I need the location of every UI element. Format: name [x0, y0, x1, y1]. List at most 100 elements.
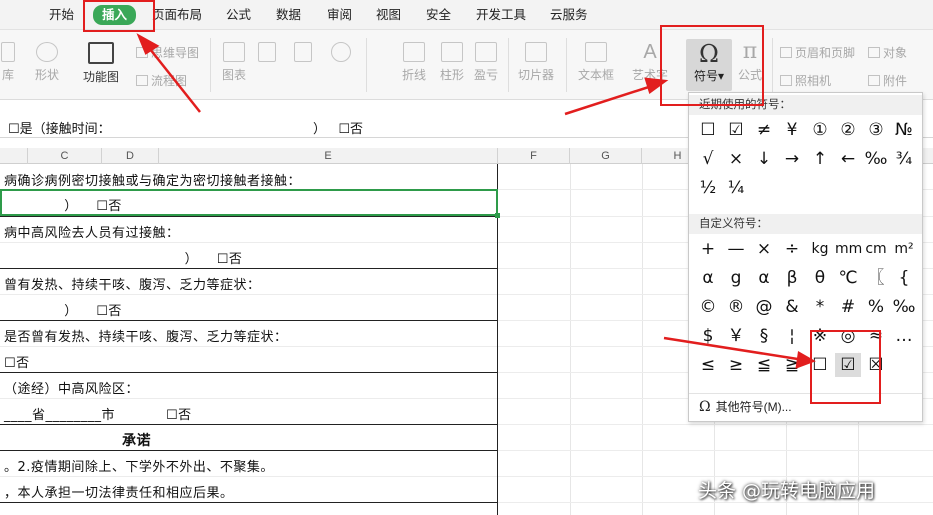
sparkline-winloss-button[interactable]: 盈亏	[470, 42, 502, 83]
mindmap-button[interactable]: 思维导图	[136, 44, 199, 61]
symbol-cell[interactable]: ¥	[779, 118, 805, 142]
symbol-cell[interactable]: ↓	[751, 147, 777, 171]
line-chart-type-button[interactable]	[290, 42, 316, 80]
cell-text[interactable]: 。2.疫情期间除上、下学外不外出、不聚集。	[4, 456, 274, 475]
camera-button[interactable]: 照相机	[780, 72, 831, 89]
menu-security[interactable]: 安全	[426, 6, 451, 24]
cell-text[interactable]: ____省________市 ☐否	[4, 404, 192, 423]
symbol-cell[interactable]: @	[751, 295, 777, 319]
symbol-cell[interactable]: kg	[807, 237, 833, 261]
pledge-heading[interactable]: 承诺	[122, 430, 151, 450]
symbol-cell[interactable]: ≥	[723, 353, 749, 377]
cell-text[interactable]: 曾有发热、持续干咳、腹泻、乏力等症状：	[4, 274, 261, 293]
function-chart-button[interactable]: 功能图	[78, 42, 124, 85]
menu-review[interactable]: 审阅	[327, 6, 352, 24]
symbol-cell[interactable]: →	[779, 147, 805, 171]
chart-button[interactable]: 图表	[218, 42, 250, 83]
pie-chart-icon	[331, 42, 351, 62]
menu-page-layout[interactable]: 页面布局	[152, 6, 202, 24]
column-header-e[interactable]: E	[159, 148, 498, 164]
column-header-f[interactable]: F	[498, 148, 570, 164]
cell-text[interactable]: ） ☐否	[4, 300, 122, 319]
selected-cell[interactable]	[0, 189, 500, 218]
symbol-cell[interactable]: cm	[863, 237, 889, 261]
symbol-cell[interactable]: %	[863, 295, 889, 319]
slicer-button[interactable]: 切片器	[514, 42, 558, 83]
symbol-cell[interactable]: θ	[807, 266, 833, 290]
cell-text[interactable]: （途经）中高风险区：	[4, 378, 139, 397]
symbol-cell[interactable]: ¦	[779, 324, 805, 348]
symbol-cell[interactable]: ‰	[891, 295, 917, 319]
symbol-cell[interactable]: №	[891, 118, 917, 142]
menu-developer[interactable]: 开发工具	[476, 6, 526, 24]
symbol-cell[interactable]: g	[723, 266, 749, 290]
symbol-cell[interactable]: —	[723, 237, 749, 261]
attachment-button[interactable]: 附件	[868, 72, 907, 89]
symbol-cell[interactable]: ‰	[863, 147, 889, 171]
symbol-cell[interactable]: &	[779, 295, 805, 319]
cell-text[interactable]: ） ☐否	[4, 248, 242, 267]
symbol-cell[interactable]: ③	[863, 118, 889, 142]
gallery-button[interactable]: 库	[0, 42, 18, 83]
cell-text[interactable]: ，本人承担一切法律责任和相应后果。	[4, 482, 234, 501]
symbol-cell[interactable]: …	[891, 324, 917, 348]
symbol-cell[interactable]: ×	[723, 147, 749, 171]
more-symbols-button[interactable]: Ω 其他符号(M)...	[689, 393, 922, 419]
menu-start[interactable]: 开始	[49, 6, 74, 24]
menu-formula[interactable]: 公式	[226, 6, 251, 24]
symbol-cell[interactable]: ≦	[751, 353, 777, 377]
symbol-cell[interactable]: ©	[695, 295, 721, 319]
symbol-cell[interactable]: ☑	[723, 118, 749, 142]
symbol-cell[interactable]: α	[695, 266, 721, 290]
symbol-cell[interactable]: {	[891, 266, 917, 290]
pie-chart-button[interactable]	[326, 42, 356, 80]
symbol-cell[interactable]: ®	[723, 295, 749, 319]
symbol-cell[interactable]: *	[807, 295, 833, 319]
column-header-g[interactable]: G	[570, 148, 642, 164]
symbol-cell[interactable]: ②	[835, 118, 861, 142]
shapes-button[interactable]: 形状	[30, 42, 64, 83]
header-footer-button[interactable]: 页眉和页脚	[780, 44, 855, 61]
sparkline-line-icon	[403, 42, 425, 62]
symbol-cell[interactable]: ≤	[695, 353, 721, 377]
symbol-cell[interactable]: m²	[891, 237, 917, 261]
symbol-cell[interactable]: mm	[835, 237, 862, 261]
symbol-cell[interactable]: ℃	[835, 266, 861, 290]
flowchart-button[interactable]: 流程图	[136, 72, 187, 89]
menu-data[interactable]: 数据	[276, 6, 301, 24]
symbol-cell[interactable]: §	[751, 324, 777, 348]
symbol-cell[interactable]: +	[695, 237, 721, 261]
textbox-button[interactable]: 文本框	[572, 42, 620, 83]
symbol-cell[interactable]: ≠	[751, 118, 777, 142]
symbol-cell[interactable]: ¾	[891, 147, 917, 171]
symbol-cell[interactable]: ￥	[723, 324, 749, 348]
symbol-cell[interactable]: ①	[807, 118, 833, 142]
symbol-cell[interactable]: ¼	[723, 176, 749, 200]
cell-text[interactable]: 是否曾有发热、持续干咳、腹泻、乏力等症状：	[4, 326, 288, 345]
symbol-cell[interactable]: α	[751, 266, 777, 290]
column-header-c[interactable]: C	[28, 148, 102, 164]
sparkline-column-button[interactable]: 柱形	[436, 42, 468, 83]
sparkline-line-button[interactable]: 折线	[398, 42, 430, 83]
object-button[interactable]: 对象	[868, 44, 907, 61]
menu-view[interactable]: 视图	[376, 6, 401, 24]
cell-text[interactable]: 病确诊病例密切接触或与确定为密切接触者接触：	[4, 170, 301, 189]
column-header-partial[interactable]	[0, 148, 28, 164]
symbol-cell[interactable]: #	[835, 295, 861, 319]
symbol-cell[interactable]: ☐	[695, 118, 721, 142]
symbol-cell[interactable]: √	[695, 147, 721, 171]
bar-chart-button[interactable]	[254, 42, 280, 80]
symbol-cell[interactable]: ×	[751, 237, 777, 261]
symbol-cell[interactable]: ←	[835, 147, 861, 171]
menu-cloud[interactable]: 云服务	[550, 6, 588, 24]
symbol-cell[interactable]: ½	[695, 176, 721, 200]
symbol-cell[interactable]: 〖	[863, 266, 889, 290]
symbol-cell[interactable]: β	[779, 266, 805, 290]
column-header-d[interactable]: D	[102, 148, 159, 164]
cell-text[interactable]: ☐否	[4, 352, 30, 371]
symbol-cell[interactable]: ÷	[779, 237, 805, 261]
cell-text[interactable]: 病中高风险去人员有过接触：	[4, 222, 180, 241]
symbol-cell[interactable]: ≧	[779, 353, 805, 377]
symbol-cell[interactable]: ↑	[807, 147, 833, 171]
symbol-cell[interactable]: $	[695, 324, 721, 348]
